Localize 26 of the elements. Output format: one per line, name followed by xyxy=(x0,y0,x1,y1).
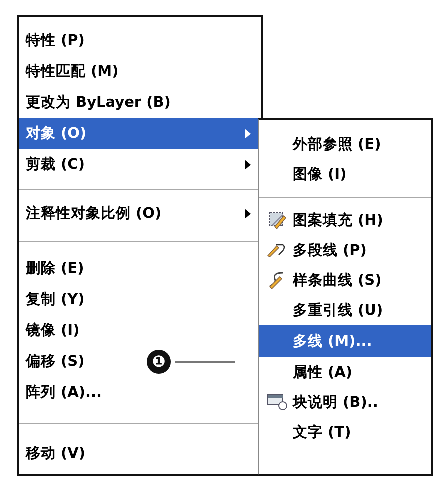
menu-item[interactable]: 阵列 (A)... xyxy=(19,377,112,408)
menu-item[interactable]: 多重引线 (U) xyxy=(259,295,431,325)
menu-item[interactable]: 特性 (P) xyxy=(19,25,95,56)
menu-item[interactable]: 特性匹配 (M) xyxy=(19,56,129,87)
menu-item[interactable]: 复制 (Y) xyxy=(19,284,95,315)
menu-item[interactable]: 图案填充 (H) xyxy=(259,205,431,235)
menu-item[interactable]: 块说明 (B).. xyxy=(259,387,431,417)
menu-item[interactable]: 删除 (E) xyxy=(19,253,94,284)
menu-item[interactable]: 外部参照 (E) xyxy=(259,129,431,159)
menu-item[interactable]: 属性 (A) xyxy=(259,357,431,387)
menu-item[interactable]: 多线 (M)... xyxy=(259,325,431,357)
menu-item[interactable]: 偏移 (S) xyxy=(19,346,95,377)
polyline-pencil-icon xyxy=(267,242,287,258)
menu-item[interactable]: 样条曲线 (S) xyxy=(259,265,431,295)
menu-item[interactable]: 剪裁 (C) xyxy=(19,149,261,180)
block-clock-icon xyxy=(267,393,289,411)
menu-item[interactable]: 多段线 (P) xyxy=(259,235,431,265)
menu-item[interactable]: 图像 (I) xyxy=(259,159,431,189)
menu-item[interactable]: 注释性对象比例 (O) xyxy=(19,198,261,229)
leader-line xyxy=(175,360,235,364)
menu-item[interactable]: 文字 (T) xyxy=(259,417,431,447)
menu-item[interactable]: 对象 (O) xyxy=(19,118,261,149)
hatch-pencil-icon xyxy=(267,210,287,230)
menu-item[interactable]: 更改为 ByLayer (B) xyxy=(19,87,181,118)
menu-item[interactable]: 移动 (V) xyxy=(19,438,96,469)
menu-item[interactable]: 镜像 (I) xyxy=(19,315,90,346)
